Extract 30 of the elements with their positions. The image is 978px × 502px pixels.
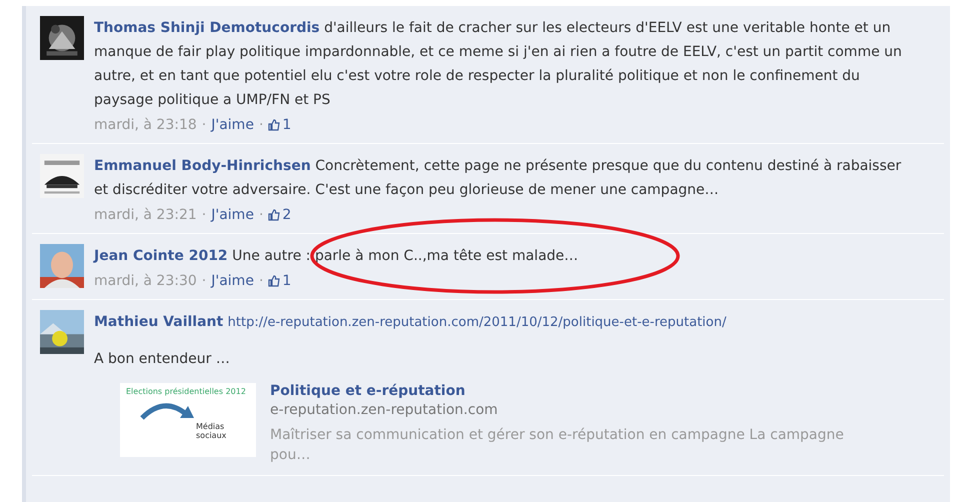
like-count[interactable]: 1	[268, 117, 292, 133]
like-link[interactable]: J'aime	[211, 117, 254, 133]
author-link[interactable]: Mathieu Vaillant	[94, 314, 224, 330]
link-description: Maîtriser sa communication et gérer son e-réputation en campagne La campagne pou…	[270, 426, 845, 465]
comment-text: Thomas Shinji Demotucordis d'ailleurs le fait de cracher sur les electeurs d'EELV est une veritable honte et un manque de fair play politique impardonnable, et ce meme si j'en ai rien a foutre de EELV, c'est un partit comme un autre, et en tant que potentiel elu c'est votre role de respecter la pluralité politique et non le confinement du paysage politique a UMP/FN et PS	[94, 19, 903, 110]
url-link[interactable]: http://e-reputation.zen-reputation.com/2011/10/12/politique-et-e-reputation/	[228, 315, 726, 330]
like-count[interactable]: 1	[268, 273, 292, 289]
like-link[interactable]: J'aime	[211, 207, 254, 223]
separator: ·	[202, 207, 206, 223]
timestamp: mardi, à 23:18	[94, 117, 197, 133]
separator: ·	[258, 207, 264, 223]
link-thumbnail[interactable]: Elections présidentielles 2012 Médias sociaux	[120, 383, 256, 457]
separator: ·	[202, 117, 206, 133]
author-link[interactable]: Emmanuel Body-Hinrichsen	[94, 158, 311, 174]
thumbnail-caption: Médias sociaux	[196, 422, 228, 440]
separator: ·	[258, 273, 264, 289]
timestamp: mardi, à 23:21	[94, 207, 197, 223]
author-link[interactable]: Thomas Shinji Demotucordis	[94, 20, 320, 36]
link-title[interactable]: Politique et e-réputation	[270, 383, 860, 399]
like-count[interactable]: 2	[268, 207, 292, 223]
comment-text: A bon entendeur …	[94, 350, 231, 369]
timestamp: mardi, à 23:30	[94, 273, 197, 289]
separator: ·	[258, 117, 264, 133]
author-link[interactable]: Jean Cointe 2012	[94, 248, 228, 264]
link-domain: e-reputation.zen-reputation.com	[270, 402, 499, 418]
comment-text: Jean Cointe 2012 Une autre : parle à mon C..,ma tête est malade…	[94, 247, 580, 266]
thumbnail-caption: Elections présidentielles 2012	[126, 387, 247, 396]
separator: ·	[202, 273, 206, 289]
like-link[interactable]: J'aime	[211, 273, 254, 289]
comment-text: Emmanuel Body-Hinrichsen Concrètement, cette page ne présente presque que du contenu destiné à rabaisser et discréditer votre adversaire. C'est une façon peu glorieuse de mener une campagne…	[94, 157, 902, 200]
